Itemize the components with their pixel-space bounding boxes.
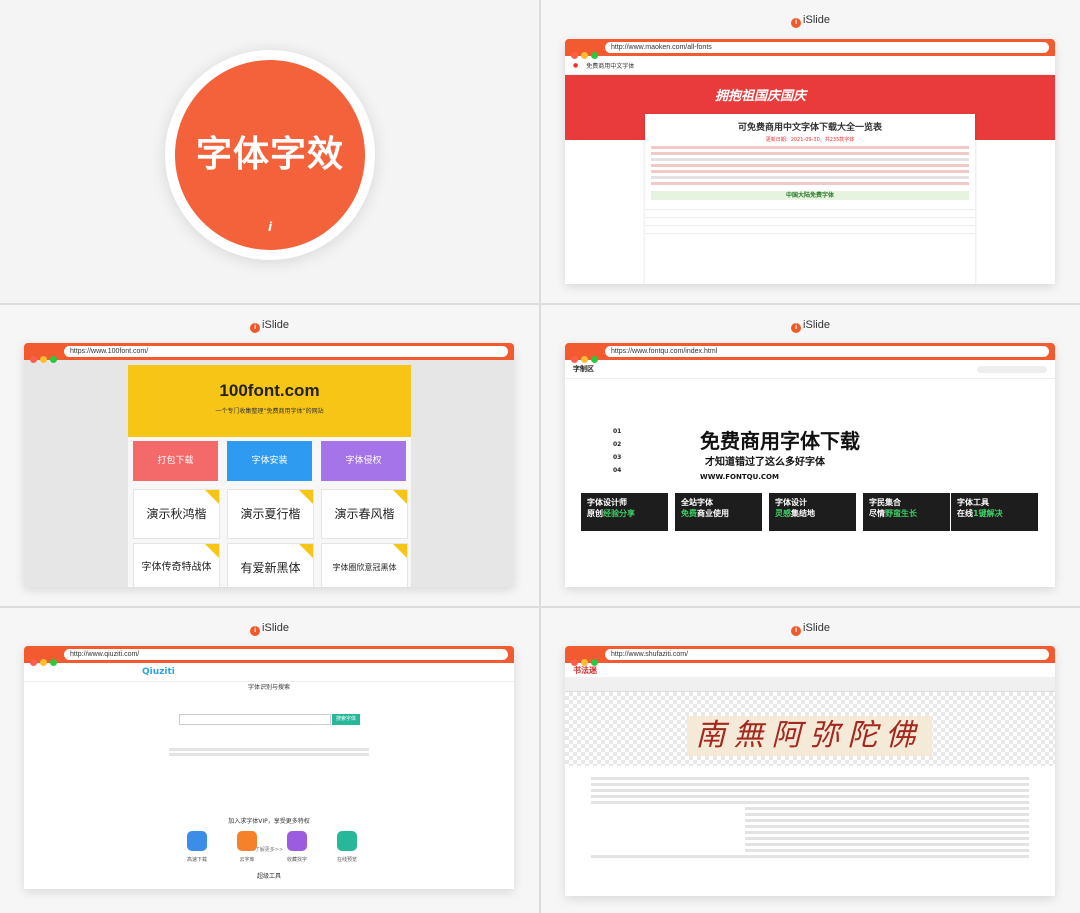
- search-input[interactable]: [977, 365, 1047, 373]
- site-heading: 100font.com: [219, 381, 320, 400]
- browser-bar: http://www.shufaziti.com/: [565, 646, 1055, 666]
- url-field[interactable]: https://www.100font.com/: [64, 346, 508, 357]
- feature-tile[interactable]: 字体设计 灵感集结地: [769, 493, 856, 531]
- feature-label: 在线预览: [336, 857, 357, 863]
- window-controls[interactable]: [30, 348, 60, 367]
- site-nav: 书法迷: [565, 663, 1055, 678]
- update-note: 更新日期：2021-09-30，共235款字体: [765, 137, 855, 143]
- hero-banner: 100font.com 一个专门收集整理“免费商用字体”的网站: [128, 365, 411, 437]
- window-controls[interactable]: [571, 348, 601, 367]
- tag-list: [169, 746, 369, 758]
- font-sample-card[interactable]: 演示夏行楷: [227, 489, 314, 539]
- window-controls[interactable]: [571, 44, 601, 63]
- font-sample-card[interactable]: 字体传奇特战体: [133, 543, 220, 587]
- feature-label: 高速下载: [186, 857, 207, 863]
- tile-install[interactable]: 字体安装: [227, 441, 312, 481]
- title-circle: 字体字效 i: [175, 60, 365, 250]
- islide-logo: i iSlide: [0, 622, 539, 636]
- tile-infringement[interactable]: 字体侵权: [321, 441, 406, 481]
- feature-tile[interactable]: 字体设计师 原创经验分享: [581, 493, 668, 531]
- slide-fontqu: i iSlide https://www.fontqu.com/index.htm…: [541, 305, 1080, 606]
- content-card: 可免费商用中文字体下载大全一览表 更新日期：2021-09-30，共235款字体…: [645, 114, 975, 284]
- slide-shufaziti: i iSlide http://www.shufaziti.com/ 书法迷 南無…: [541, 608, 1080, 913]
- islide-logo: i iSlide: [541, 14, 1080, 28]
- article-heading: 可免费商用中文字体下载大全一览表: [737, 123, 882, 133]
- islide-logo: i iSlide: [541, 622, 1080, 636]
- islide-logo-icon: i: [250, 323, 261, 333]
- tile-pack-download[interactable]: 打包下载: [133, 441, 218, 481]
- islide-logo: i iSlide: [0, 319, 539, 333]
- browser-bar: http://www.qiuziti.com/: [24, 646, 514, 666]
- tools-link[interactable]: 超级工具: [24, 871, 514, 880]
- islide-mark-icon: i: [267, 220, 273, 234]
- hero-banner: 01 02 03 04 免费商用字体下载 才知道错过了这么多好字体 WWW.FONTQ…: [605, 385, 1015, 485]
- window-controls[interactable]: [30, 651, 60, 670]
- browser-bar: https://www.fontqu.com/index.html: [565, 343, 1055, 363]
- site-nav: ● 免费商用中文字体: [565, 56, 1055, 75]
- steps-list: 01 02 03 04: [613, 428, 622, 474]
- site-nav: Qiuziti: [24, 663, 514, 682]
- slide-100font: i iSlide https://www.100font.com/ 100font…: [0, 305, 539, 606]
- browser-bar: http://www.maoken.com/all-fonts: [565, 39, 1055, 59]
- slide-maoken: i iSlide http://www.maoken.com/all-fonts …: [541, 0, 1080, 303]
- site-tagline: 一个专门收集整理“免费商用字体”的网站: [215, 408, 324, 415]
- banner-text: 拥抱祖国庆国庆: [715, 89, 807, 104]
- title-slide-panel: 字体字效 i: [0, 0, 539, 303]
- browser-window: http://www.maoken.com/all-fonts ● 免费商用中文…: [565, 39, 1055, 284]
- font-sample-card[interactable]: 演示春风楷: [321, 489, 408, 539]
- islide-logo: i iSlide: [541, 319, 1080, 333]
- font-sample-card[interactable]: 有爱新黑体: [227, 543, 314, 587]
- islide-logo-icon: i: [791, 626, 802, 636]
- browser-window: http://www.qiuziti.com/ Qiuziti 字体识别与搜索 …: [24, 646, 514, 889]
- hero-title: 免费商用字体下载: [700, 429, 860, 453]
- site-logo[interactable]: Qiuziti: [142, 667, 175, 677]
- url-field[interactable]: https://www.fontqu.com/index.html: [605, 346, 1049, 357]
- toolbar[interactable]: [565, 677, 1055, 692]
- calligraphy-preview: 南無阿弥陀佛: [687, 716, 932, 756]
- font-sample-card[interactable]: 字体圈欣意冠黑体: [321, 543, 408, 587]
- search-title: 字体识别与搜索: [247, 684, 290, 691]
- feature-tile[interactable]: 字民集合 尽情野蛮生长: [863, 493, 950, 531]
- url-field[interactable]: http://www.maoken.com/all-fonts: [605, 42, 1049, 53]
- search-button[interactable]: 搜索字体: [332, 714, 360, 725]
- site-nav: 字制区: [565, 360, 1055, 379]
- section-title: 中国大陆免费字体: [651, 191, 969, 200]
- search-input[interactable]: [179, 714, 331, 725]
- hero-url: WWW.FONTQU.COM: [700, 473, 779, 481]
- link-directory: [585, 774, 1035, 861]
- content-area: 打包下载 字体安装 字体侵权 演示秋鸿楷 演示夏行楷 演示春风楷 字体传奇特战体…: [128, 437, 411, 587]
- browser-window: https://www.100font.com/ 100font.com 一个专…: [24, 343, 514, 587]
- more-link[interactable]: 了解更多>>: [24, 846, 514, 853]
- font-sample-card[interactable]: 演示秋鸿楷: [133, 489, 220, 539]
- islide-logo-icon: i: [791, 323, 802, 333]
- feature-tile[interactable]: 字体工具 在线1键解决: [951, 493, 1038, 531]
- islide-logo-icon: i: [791, 18, 802, 28]
- url-field[interactable]: http://www.qiuziti.com/: [64, 649, 508, 660]
- feature-label: 云字库: [239, 857, 255, 863]
- window-controls[interactable]: [571, 651, 601, 670]
- feature-tile[interactable]: 全站字体 免费商业使用: [675, 493, 762, 531]
- hero-subtitle: 才知道错过了这么多好字体: [705, 457, 825, 468]
- url-field[interactable]: http://www.shufaziti.com/: [605, 649, 1049, 660]
- browser-bar: https://www.100font.com/: [24, 343, 514, 363]
- slide-qiuziti: i iSlide http://www.qiuziti.com/ Qiuziti …: [0, 608, 539, 913]
- feature-label: 收藏找字: [286, 857, 307, 863]
- islide-logo-icon: i: [250, 626, 261, 636]
- browser-window: https://www.fontqu.com/index.html 字制区 01…: [565, 343, 1055, 587]
- browser-window: http://www.shufaziti.com/ 书法迷 南無阿弥陀佛: [565, 646, 1055, 896]
- vip-text: 加入求字体VIP，享受更多特权: [228, 818, 310, 825]
